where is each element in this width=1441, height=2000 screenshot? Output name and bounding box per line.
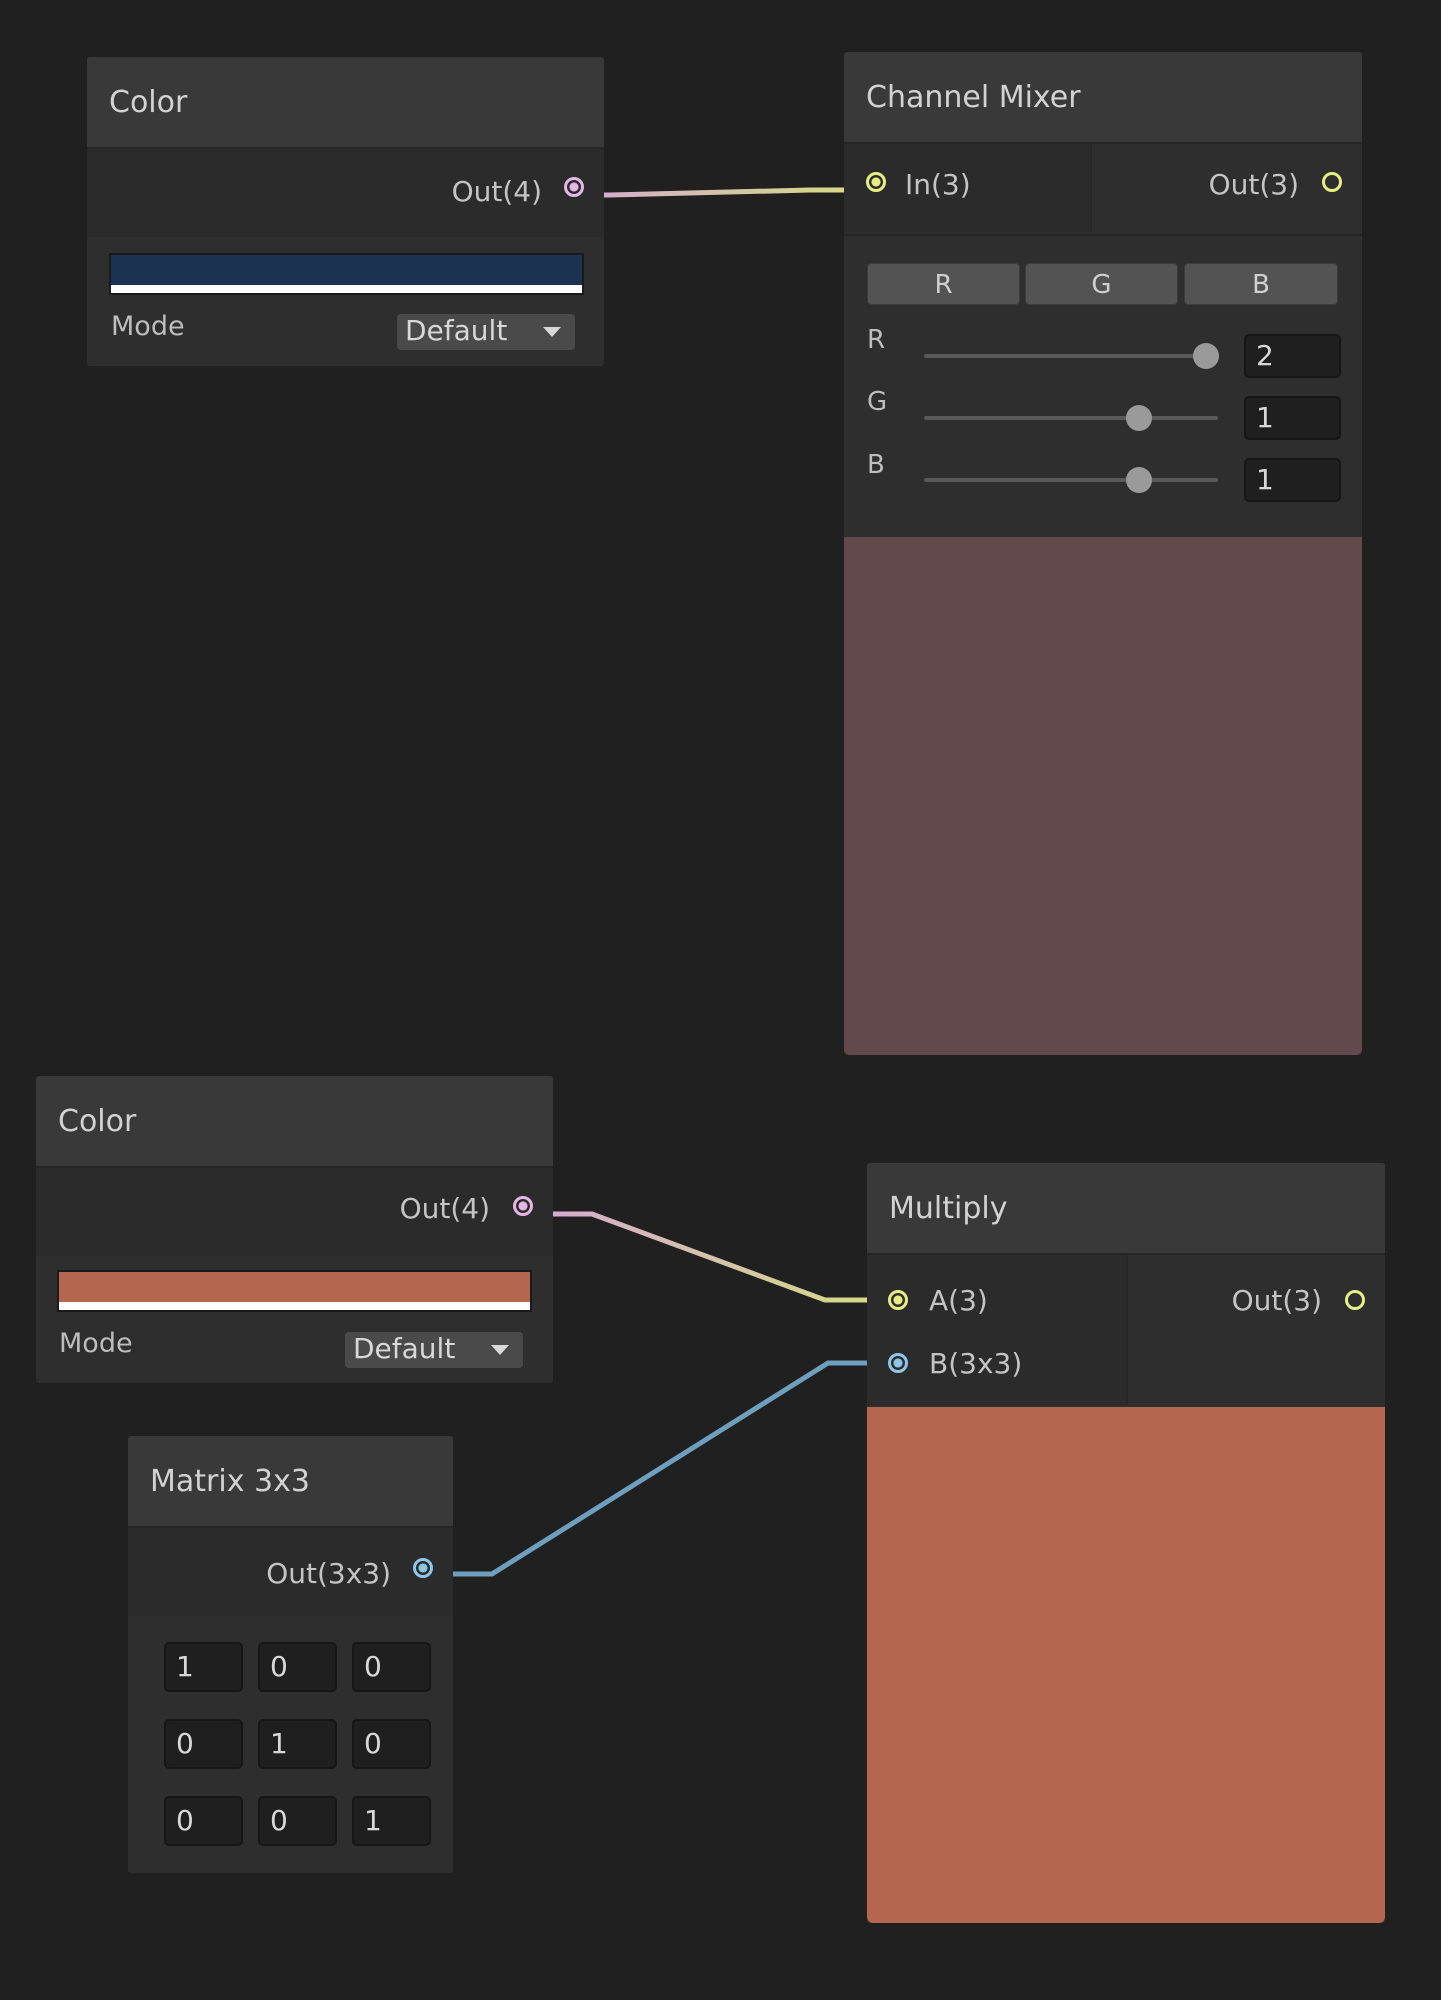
output-port-label: Out(4)	[451, 175, 542, 208]
multiply-node[interactable]: Multiply A(3) B(3x3) Out(3)	[867, 1163, 1385, 1923]
slider-g-thumb[interactable]	[1126, 405, 1152, 431]
matrix-cell-1-2[interactable]: 0	[352, 1719, 431, 1769]
slider-g-value[interactable]: 1	[1244, 396, 1341, 440]
input-a-port-dot[interactable]	[888, 1290, 908, 1310]
wire-matrix-to-multiply-b[interactable]	[428, 1360, 889, 1577]
input-port-label: In(3)	[905, 168, 971, 201]
alpha-bar	[59, 1302, 530, 1310]
output-port-row: Out(4)	[36, 1168, 553, 1256]
input-b-port-dot[interactable]	[888, 1353, 908, 1373]
output-port-label: Out(3)	[1231, 1284, 1322, 1317]
wire-color-to-channel-mixer[interactable]	[572, 187, 865, 198]
mixer-controls: R G B R 2 G 1 B 1	[844, 234, 1362, 536]
slider-b-label: B	[867, 450, 885, 480]
slider-r-label: R	[867, 325, 886, 355]
slider-r-value[interactable]: 2	[1244, 334, 1341, 378]
matrix-cell-2-0[interactable]: 0	[164, 1796, 243, 1846]
mode-label: Mode	[59, 1328, 133, 1359]
dropdown-arrow-icon	[543, 327, 561, 337]
slider-b-track[interactable]	[924, 478, 1218, 482]
slider-r-track[interactable]	[924, 354, 1218, 358]
input-b-label: B(3x3)	[929, 1347, 1023, 1380]
output-port-dot[interactable]	[1322, 172, 1342, 192]
alpha-bar	[111, 285, 582, 293]
matrix-cell-1-1[interactable]: 1	[258, 1719, 337, 1769]
input-a-label: A(3)	[929, 1284, 988, 1317]
multiply-preview	[867, 1407, 1385, 1923]
output-port-dot[interactable]	[413, 1558, 433, 1578]
mode-label: Mode	[111, 311, 185, 342]
mode-dropdown[interactable]: Default	[345, 1332, 523, 1368]
matrix-cell-0-1[interactable]: 0	[258, 1642, 337, 1692]
tab-b[interactable]: B	[1184, 263, 1338, 305]
tab-g[interactable]: G	[1025, 263, 1178, 305]
wire-color-to-multiply-a[interactable]	[527, 1211, 889, 1303]
channel-mixer-preview	[844, 537, 1362, 1055]
node-title: Matrix 3x3	[128, 1436, 453, 1528]
slider-r-thumb[interactable]	[1193, 343, 1219, 369]
slider-b-thumb[interactable]	[1126, 467, 1152, 493]
slider-g-label: G	[867, 387, 888, 417]
node-title: Color	[87, 57, 604, 149]
output-port-label: Out(3x3)	[266, 1557, 391, 1590]
matrix-cell-0-0[interactable]: 1	[164, 1642, 243, 1692]
input-port-section: A(3) B(3x3)	[867, 1255, 1128, 1405]
node-title: Color	[36, 1076, 553, 1168]
port-row: In(3) Out(3)	[844, 144, 1362, 232]
matrix-cell-0-2[interactable]: 0	[352, 1642, 431, 1692]
slider-g-track[interactable]	[924, 416, 1218, 420]
node-title: Channel Mixer	[844, 52, 1362, 144]
mode-dropdown[interactable]: Default	[397, 314, 575, 350]
channel-mixer-node[interactable]: Channel Mixer In(3) Out(3) R G B R 2 G 1…	[844, 52, 1362, 1055]
output-port-label: Out(3)	[1208, 168, 1299, 201]
color-node-top[interactable]: Color Out(4) Mode Default	[87, 57, 604, 366]
input-port-dot[interactable]	[866, 172, 886, 192]
color-swatch[interactable]	[109, 253, 584, 295]
slider-b-value[interactable]: 1	[1244, 458, 1341, 502]
input-port-section: In(3)	[844, 144, 1092, 232]
node-title: Multiply	[867, 1163, 1385, 1255]
output-port-row: Out(3x3)	[128, 1528, 453, 1616]
matrix-cell-1-0[interactable]: 0	[164, 1719, 243, 1769]
tab-r[interactable]: R	[867, 263, 1020, 305]
output-port-dot[interactable]	[564, 177, 584, 197]
mode-dropdown-value: Default	[353, 1332, 456, 1365]
output-port-dot[interactable]	[1345, 1290, 1365, 1310]
output-port-dot[interactable]	[513, 1196, 533, 1216]
matrix-3x3-node[interactable]: Matrix 3x3 Out(3x3) 1 0 0 0 1 0 0 0 1	[128, 1436, 453, 1873]
output-port-label: Out(4)	[399, 1192, 490, 1225]
matrix-cell-2-1[interactable]: 0	[258, 1796, 337, 1846]
output-port-row: Out(4)	[87, 149, 604, 237]
dropdown-arrow-icon	[491, 1345, 509, 1355]
matrix-grid: 1 0 0 0 1 0 0 0 1	[128, 1618, 453, 1873]
color-node-bottom[interactable]: Color Out(4) Mode Default	[36, 1076, 553, 1383]
mode-dropdown-value: Default	[405, 314, 508, 347]
port-row: A(3) B(3x3) Out(3)	[867, 1255, 1385, 1405]
color-swatch[interactable]	[57, 1270, 532, 1312]
matrix-cell-2-2[interactable]: 1	[352, 1796, 431, 1846]
